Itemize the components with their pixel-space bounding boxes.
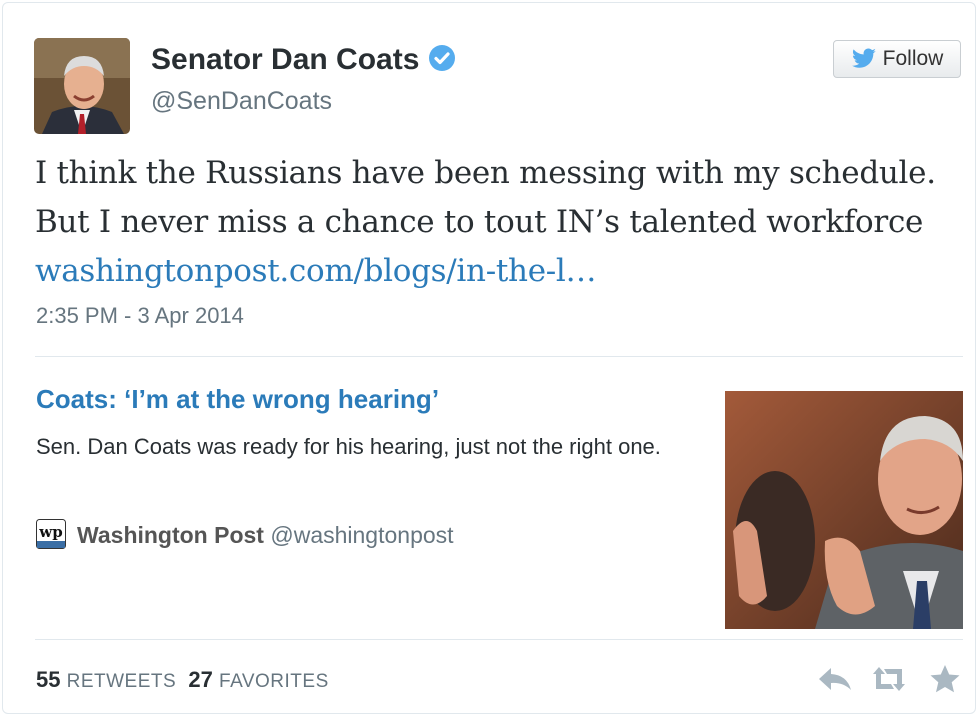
author-handle[interactable]: @SenDanCoats <box>151 87 332 116</box>
card-title[interactable]: Coats: ‘I’m at the wrong hearing’ <box>36 384 439 415</box>
divider <box>35 356 963 357</box>
tweet-text: I think the Russians have been messing w… <box>35 155 936 289</box>
card-source-name[interactable]: Washington Post <box>77 522 264 548</box>
tweet-timestamp[interactable]: 2:35 PM - 3 Apr 2014 <box>36 303 244 329</box>
favorites-label[interactable]: FAVORITES <box>219 671 329 692</box>
avatar[interactable] <box>34 38 130 134</box>
verified-badge-icon <box>427 43 457 73</box>
author-name[interactable]: Senator Dan Coats <box>151 43 457 77</box>
washington-post-logo-icon: wp <box>36 519 66 549</box>
favorite-star-icon[interactable] <box>925 661 965 697</box>
divider <box>35 639 963 640</box>
reply-icon[interactable] <box>815 661 855 697</box>
favorites-count[interactable]: 27 <box>188 667 212 692</box>
card-source[interactable]: Washington Post @washingtonpost <box>77 522 454 549</box>
tweet-link[interactable]: washingtonpost.com/blogs/in-the-l… <box>35 253 597 289</box>
follow-label: Follow <box>882 47 944 70</box>
follow-button[interactable]: Follow <box>833 40 961 78</box>
tweet-card: Senator Dan Coats @SenDanCoats Follow I … <box>2 2 976 714</box>
article-photo[interactable] <box>725 391 963 629</box>
card-description: Sen. Dan Coats was ready for his hearing… <box>36 434 661 459</box>
svg-text:wp: wp <box>38 523 62 541</box>
retweet-icon[interactable] <box>869 661 909 697</box>
twitter-bird-icon <box>851 48 876 68</box>
retweets-label[interactable]: RETWEETS <box>67 671 177 692</box>
tweet-stats: 55 RETWEETS 27 FAVORITES <box>36 667 329 693</box>
card-source-handle[interactable]: @washingtonpost <box>270 522 453 548</box>
retweets-count[interactable]: 55 <box>36 667 60 692</box>
